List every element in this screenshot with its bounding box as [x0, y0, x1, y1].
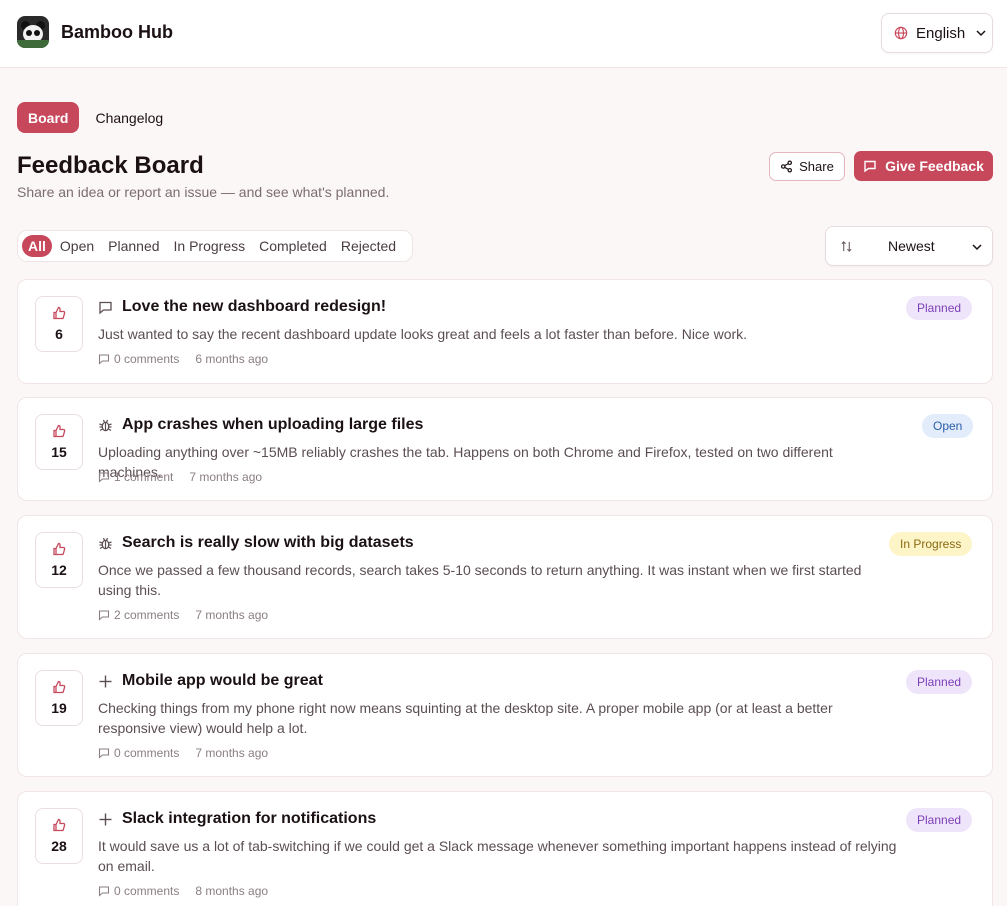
thumbs-up-icon: [53, 542, 66, 556]
comment-count[interactable]: 0 comments: [114, 746, 179, 760]
card-title[interactable]: App crashes when uploading large files: [122, 416, 423, 434]
upvote-button[interactable]: 6: [35, 296, 83, 352]
vote-count: 15: [51, 444, 67, 460]
status-badge: Open: [922, 414, 974, 438]
page-subtitle: Share an idea or report an issue — and s…: [17, 184, 390, 200]
timestamp: 7 months ago: [189, 470, 263, 484]
upvote-button[interactable]: 12: [35, 532, 83, 588]
timestamp: 7 months ago: [195, 608, 269, 622]
feedback-card[interactable]: 6 Love the new dashboard redesign! Just …: [17, 279, 993, 384]
brand[interactable]: Bamboo Hub: [17, 16, 173, 48]
comment-count[interactable]: 0 comments: [114, 352, 179, 366]
status-filter: All Open Planned In Progress Completed R…: [17, 230, 413, 262]
share-label: Share: [799, 159, 834, 174]
tab-changelog[interactable]: Changelog: [85, 102, 173, 133]
panda-logo-icon: [17, 16, 49, 48]
filter-in-progress[interactable]: In Progress: [168, 235, 252, 257]
vote-count: 12: [51, 562, 67, 578]
message-icon: [99, 301, 112, 314]
filter-rejected[interactable]: Rejected: [335, 235, 402, 257]
chevron-down-icon: [976, 30, 986, 37]
feedback-card[interactable]: 15 App crashes when uploading large file…: [17, 397, 993, 501]
sort-icon: [841, 241, 852, 252]
thumbs-up-icon: [53, 680, 66, 694]
give-feedback-button[interactable]: Give Feedback: [854, 151, 993, 181]
card-description: Checking things from my phone right now …: [98, 700, 833, 736]
card-meta: 2 comments 7 months ago: [98, 608, 268, 622]
card-title[interactable]: Slack integration for notifications: [122, 810, 376, 828]
status-badge: Planned: [906, 808, 973, 832]
card-title[interactable]: Mobile app would be great: [122, 672, 323, 690]
sort-select[interactable]: Newest: [825, 226, 993, 266]
app-name: Bamboo Hub: [61, 21, 173, 42]
comment-icon: [98, 472, 110, 483]
feedback-card[interactable]: 12 Search is really slow with big datase…: [17, 515, 993, 639]
timestamp: 8 months ago: [195, 884, 269, 898]
comment-icon: [98, 886, 110, 897]
status-badge: Planned: [906, 670, 973, 694]
vote-count: 28: [51, 838, 67, 854]
page-title: Feedback Board: [17, 152, 204, 179]
status-badge: Planned: [906, 296, 973, 320]
filter-planned[interactable]: Planned: [102, 235, 165, 257]
share-button[interactable]: Share: [769, 152, 845, 181]
card-meta: 0 comments 7 months ago: [98, 746, 268, 760]
vote-count: 19: [51, 700, 67, 716]
share-icon: [781, 160, 793, 173]
top-bar: Bamboo Hub English: [0, 0, 1007, 68]
give-feedback-label: Give Feedback: [885, 158, 984, 174]
comment-icon: [98, 748, 110, 759]
comment-count[interactable]: 1 comment: [114, 470, 173, 484]
card-title[interactable]: Love the new dashboard redesign!: [122, 298, 386, 316]
card-description: It would save us a lot of tab-switching …: [98, 838, 897, 874]
vote-count: 6: [55, 326, 63, 342]
card-title[interactable]: Search is really slow with big datasets: [122, 534, 414, 552]
thumbs-up-icon: [53, 306, 66, 320]
bug-icon: [99, 537, 112, 549]
timestamp: 6 months ago: [195, 352, 269, 366]
comment-count[interactable]: 2 comments: [114, 608, 179, 622]
thumbs-up-icon: [53, 818, 66, 832]
sort-label: Newest: [888, 238, 935, 254]
card-description: Just wanted to say the recent dashboard …: [98, 326, 748, 342]
card-meta: 0 comments 6 months ago: [98, 352, 268, 366]
bug-icon: [99, 419, 112, 431]
upvote-button[interactable]: 28: [35, 808, 83, 864]
globe-icon: [894, 26, 908, 40]
tab-board[interactable]: Board: [17, 102, 80, 133]
language-select[interactable]: English: [881, 13, 993, 53]
comment-icon: [98, 354, 110, 365]
filter-completed[interactable]: Completed: [253, 235, 333, 257]
message-icon: [864, 160, 876, 173]
feedback-card[interactable]: 19 Mobile app would be great Checking th…: [17, 653, 993, 777]
chevron-down-icon: [972, 244, 982, 251]
plus-icon: [99, 813, 112, 825]
feedback-card[interactable]: 28 Slack integration for notifications I…: [17, 791, 993, 906]
card-meta: 1 comment 7 months ago: [98, 470, 262, 484]
card-description: Once we passed a few thousand records, s…: [98, 562, 862, 598]
comment-icon: [98, 610, 110, 621]
card-meta: 0 comments 8 months ago: [98, 884, 268, 898]
timestamp: 7 months ago: [195, 746, 269, 760]
upvote-button[interactable]: 19: [35, 670, 83, 726]
thumbs-up-icon: [53, 424, 66, 438]
status-badge: In Progress: [889, 532, 973, 556]
filter-open[interactable]: Open: [54, 235, 100, 257]
comment-count[interactable]: 0 comments: [114, 884, 179, 898]
upvote-button[interactable]: 15: [35, 414, 83, 470]
filter-all[interactable]: All: [22, 235, 52, 257]
page-tabs: Board Changelog: [17, 102, 173, 133]
language-label: English: [916, 24, 966, 42]
plus-icon: [99, 675, 112, 687]
